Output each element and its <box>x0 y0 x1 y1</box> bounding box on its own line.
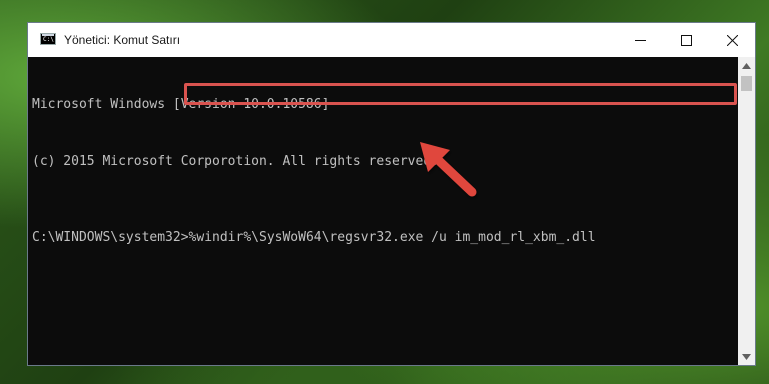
cmd-app-icon[interactable]: C:\ <box>40 33 56 45</box>
console-line-copyright: (c) 2015 Microsoft Corporotion. All righ… <box>32 154 439 169</box>
scroll-up-button[interactable] <box>738 57 755 74</box>
chevron-down-icon <box>742 353 751 360</box>
maximize-button[interactable] <box>663 23 709 57</box>
maximize-icon <box>680 34 692 46</box>
vertical-scrollbar[interactable] <box>738 57 755 365</box>
close-icon <box>726 34 738 46</box>
minimize-icon <box>634 39 646 41</box>
close-button[interactable] <box>709 23 755 57</box>
command-prompt-window: C:\ Yönetici: Komut Satırı Microsoft Win… <box>27 22 756 366</box>
cmd-app-icon-text: C:\ <box>43 36 54 43</box>
window-title: Yönetici: Komut Satırı <box>64 33 181 47</box>
title-bar[interactable]: C:\ Yönetici: Komut Satırı <box>28 23 755 57</box>
scrollbar-thumb[interactable] <box>741 76 752 91</box>
pointer-arrow-icon <box>420 142 477 197</box>
prompt-path: C:\WINDOWS\system32> <box>32 230 189 245</box>
minimize-button[interactable] <box>617 23 663 57</box>
chevron-up-icon <box>742 62 751 69</box>
console-output[interactable]: Microsoft Windows [Version 10.0.10586] (… <box>28 57 739 365</box>
scroll-down-button[interactable] <box>738 348 755 365</box>
prompt-line[interactable]: C:\WINDOWS\system32>%windir%\SysWoW64\re… <box>32 228 735 247</box>
window-controls <box>617 23 755 57</box>
console-line-version: Microsoft Windows [Version 10.0.10586] <box>32 97 330 112</box>
command-text[interactable]: %windir%\SysWoW64\regsvr32.exe /u im_mod… <box>189 230 596 245</box>
